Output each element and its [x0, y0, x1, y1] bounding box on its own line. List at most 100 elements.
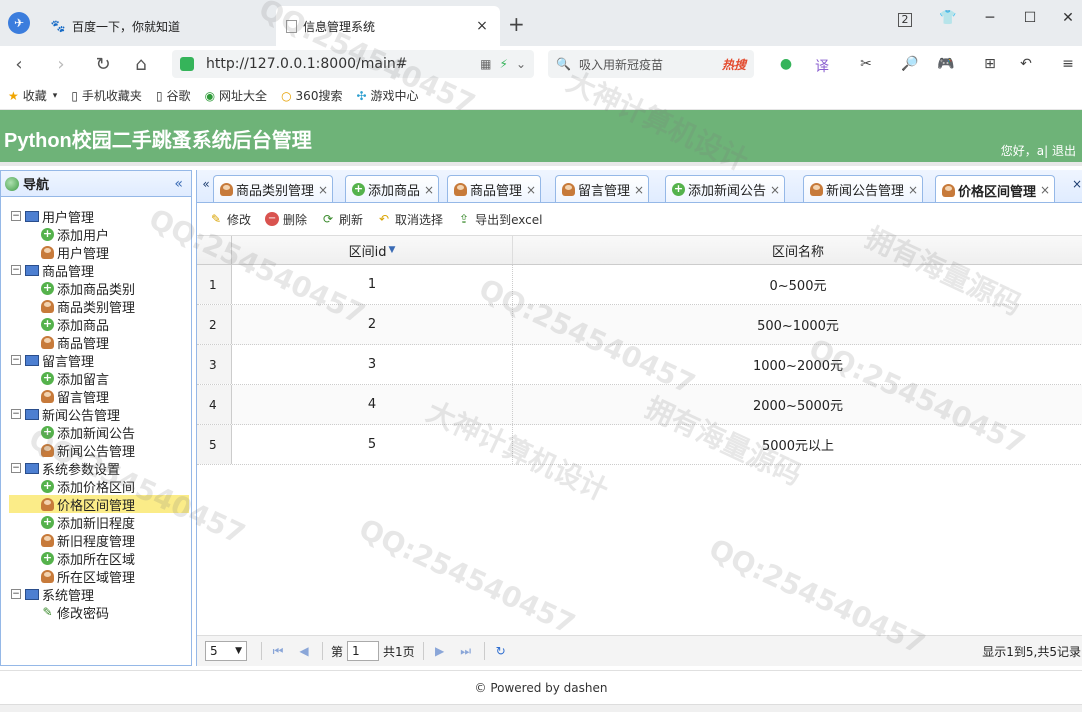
nav-group[interactable]: − 系统管理	[1, 585, 191, 604]
menu-icon[interactable]: ≡	[1058, 56, 1078, 74]
column-header-name[interactable]: 区间名称	[513, 236, 1082, 264]
content-tab[interactable]: + 添加新闻公告 ×	[665, 175, 786, 202]
user-logout-link[interactable]: 您好，a| 退出	[1001, 142, 1076, 159]
nav-item[interactable]: 所在区域管理	[1, 567, 191, 586]
nav-group[interactable]: − 用户管理	[1, 207, 191, 226]
refresh-button[interactable]: ⟳ 刷新	[321, 211, 363, 228]
nav-item[interactable]: 商品管理	[1, 333, 191, 352]
nav-item[interactable]: 新旧程度管理	[1, 531, 191, 550]
nav-item[interactable]: + 添加价格区间	[1, 477, 191, 496]
column-header-id[interactable]: 区间id ▼	[232, 236, 513, 264]
undo-icon[interactable]: ↶	[1016, 56, 1036, 74]
scissors-icon[interactable]: ✂	[856, 56, 876, 74]
nav-item[interactable]: + 添加新旧程度	[1, 513, 191, 532]
nav-group[interactable]: − 商品管理	[1, 261, 191, 280]
browser-tab-current[interactable]: 信息管理系统 ×	[276, 6, 500, 46]
close-icon[interactable]: ×	[770, 183, 780, 197]
close-icon[interactable]: ×	[908, 183, 918, 197]
clear-selection-button[interactable]: ↶ 取消选择	[377, 211, 443, 228]
close-icon[interactable]: ×	[526, 183, 536, 197]
nav-item[interactable]: + 添加用户	[1, 225, 191, 244]
collapse-icon[interactable]: «	[174, 176, 183, 192]
back-icon[interactable]: ‹	[6, 51, 32, 77]
content-tab[interactable]: + 添加商品 ×	[345, 175, 440, 202]
table-row[interactable]: 4 4 2000~5000元	[197, 385, 1082, 425]
table-row[interactable]: 3 3 1000~2000元	[197, 345, 1082, 385]
content-tab[interactable]: 商品类别管理 ×	[213, 175, 334, 202]
edit-button[interactable]: ✎ 修改	[209, 211, 251, 228]
bookmark-mobile[interactable]: ▯ 手机收藏夹	[71, 87, 142, 104]
bookmark-360[interactable]: ○ 360搜索	[281, 87, 342, 104]
tab-scroll-left-icon[interactable]: «	[199, 177, 213, 197]
hot-search-label[interactable]: 热搜	[722, 56, 746, 73]
last-page-icon[interactable]: ⏭	[458, 644, 474, 659]
nav-item[interactable]: ✎ 修改密码	[1, 603, 191, 622]
translate-icon[interactable]: 译	[812, 56, 832, 75]
close-icon[interactable]: ×	[318, 183, 328, 197]
collapse-tree-icon[interactable]: −	[11, 211, 21, 221]
home-icon[interactable]: ⌂	[128, 51, 154, 77]
table-row[interactable]: 1 1 0~500元	[197, 265, 1082, 305]
table-row[interactable]: 5 5 5000元以上	[197, 425, 1082, 465]
collapse-tree-icon[interactable]: −	[11, 409, 21, 419]
bookmark-google[interactable]: ▯ 谷歌	[156, 87, 191, 104]
nav-item[interactable]: 用户管理	[1, 243, 191, 262]
magnifier-icon[interactable]: 🔎	[900, 56, 920, 74]
close-icon[interactable]: ×	[474, 18, 490, 34]
collapse-tree-icon[interactable]: −	[11, 463, 21, 473]
next-page-icon[interactable]: ▶	[432, 644, 448, 658]
chevron-down-icon[interactable]: ⌄	[516, 57, 526, 71]
close-icon[interactable]: ×	[1040, 183, 1050, 197]
tab-count-icon[interactable]: 2	[898, 13, 912, 27]
browser-logo-icon[interactable]: ✈	[8, 12, 30, 34]
apps-grid-icon[interactable]: ⊞	[980, 56, 1000, 74]
content-tab[interactable]: 价格区间管理 ×	[935, 175, 1056, 202]
new-tab-icon[interactable]: +	[508, 12, 525, 36]
export-excel-button[interactable]: ⇪ 导出到excel	[457, 211, 542, 228]
browser-search[interactable]: 🔍 吸入用新冠疫苗 热搜	[548, 50, 754, 78]
skin-icon[interactable]: 👕	[936, 10, 960, 26]
nav-group[interactable]: − 系统参数设置	[1, 459, 191, 478]
delete-button[interactable]: − 删除	[265, 211, 307, 228]
qr-icon[interactable]: ▦	[480, 57, 491, 71]
content-tab[interactable]: 留言管理 ×	[555, 175, 650, 202]
nav-item[interactable]: + 添加商品类别	[1, 279, 191, 298]
first-page-icon[interactable]: ⏮	[270, 644, 286, 659]
game-icon[interactable]: 🎮	[936, 56, 956, 74]
reload-icon[interactable]: ↻	[90, 51, 116, 77]
window-close-icon[interactable]: ✕	[1056, 10, 1080, 26]
nav-item[interactable]: + 添加所在区域	[1, 549, 191, 568]
minimize-icon[interactable]: ─	[978, 10, 1002, 26]
nav-group[interactable]: − 留言管理	[1, 351, 191, 370]
collapse-tree-icon[interactable]: −	[11, 355, 21, 365]
url-text[interactable]: http://127.0.0.1:8000/main#	[206, 56, 472, 72]
forward-icon[interactable]: ›	[48, 51, 74, 77]
bookmark-favorites[interactable]: ★ 收藏 ▾	[8, 87, 57, 104]
nav-item[interactable]: + 添加新闻公告	[1, 423, 191, 442]
page-number-input[interactable]: 1	[347, 641, 380, 661]
bookmark-games[interactable]: ✣ 游戏中心	[356, 87, 418, 104]
nav-group[interactable]: − 新闻公告管理	[1, 405, 191, 424]
collapse-tree-icon[interactable]: −	[11, 589, 21, 599]
url-bar[interactable]: http://127.0.0.1:8000/main# ▦ ⚡ ⌄	[172, 50, 534, 78]
browser-tab-baidu[interactable]: 🐾 百度一下，你就知道	[40, 6, 272, 46]
content-tab[interactable]: 商品管理 ×	[447, 175, 542, 202]
table-row[interactable]: 2 2 500~1000元	[197, 305, 1082, 345]
lightning-icon[interactable]: ⚡	[500, 57, 508, 71]
close-icon[interactable]: ×	[634, 183, 644, 197]
nav-item[interactable]: 商品类别管理	[1, 297, 191, 316]
maximize-icon[interactable]: ☐	[1018, 10, 1042, 26]
wechat-icon[interactable]: ●	[776, 56, 796, 74]
nav-item[interactable]: + 添加留言	[1, 369, 191, 388]
nav-item[interactable]: 新闻公告管理	[1, 441, 191, 460]
bookmark-hao[interactable]: ◉ 网址大全	[205, 87, 268, 104]
reload-page-icon[interactable]: ↻	[493, 644, 509, 658]
nav-item[interactable]: + 添加商品	[1, 315, 191, 334]
tab-scroll-right-icon[interactable]: ×	[1072, 177, 1082, 197]
prev-page-icon[interactable]: ◀	[296, 644, 312, 658]
collapse-tree-icon[interactable]: −	[11, 265, 21, 275]
content-tab[interactable]: 新闻公告管理 ×	[803, 175, 924, 202]
page-size-select[interactable]: 5 ▼	[205, 641, 247, 661]
nav-item[interactable]: 留言管理	[1, 387, 191, 406]
nav-item[interactable]: 价格区间管理	[9, 495, 189, 514]
